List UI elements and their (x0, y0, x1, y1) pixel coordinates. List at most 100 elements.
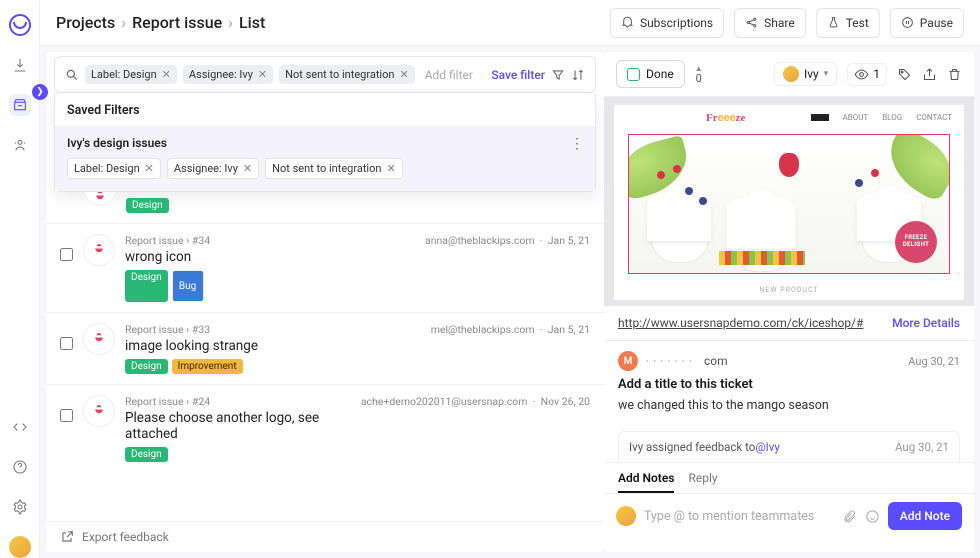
done-button[interactable]: Done (616, 60, 685, 88)
download-icon[interactable] (9, 54, 31, 76)
priority-stepper[interactable]: ▲0 (695, 65, 703, 84)
remove-chip-icon[interactable]: ✕ (162, 68, 171, 81)
issue-row[interactable]: Report issue › #33 image looking strange D… (46, 312, 604, 384)
add-filter-input[interactable]: Add filter (421, 68, 473, 82)
sort-icon[interactable] (571, 68, 585, 82)
code-icon[interactable] (9, 416, 31, 438)
button-label: Subscriptions (640, 16, 713, 30)
issue-title: Please choose another logo, see attached (125, 410, 351, 442)
reporter-row: M ·······com Aug 30, 21 (604, 341, 974, 375)
issue-checkbox[interactable] (60, 248, 73, 261)
remove-chip-icon[interactable]: ✕ (258, 68, 267, 81)
app-logo[interactable] (9, 14, 31, 36)
filter-chip[interactable]: Assignee: Ivy ✕ (183, 65, 273, 84)
subscriptions-button[interactable]: Subscriptions (610, 8, 724, 38)
issue-title: image looking strange (125, 338, 421, 354)
chip-label: Assignee: Ivy (189, 68, 253, 81)
settings-icon[interactable] (9, 496, 31, 518)
reporter-avatar: M (618, 351, 638, 371)
filter-chip[interactable]: Not sent to integration✕ (279, 65, 415, 84)
export-icon (60, 530, 74, 544)
brand-logo: Freeeze (706, 111, 745, 124)
filter-chip[interactable]: Label: Design ✕ (85, 65, 177, 84)
screenshot-caption: NEW PRODUCT (614, 280, 964, 300)
issue-row[interactable]: Report issue › #34wrong iconDesignBugann… (46, 223, 604, 312)
trash-icon[interactable] (947, 67, 962, 82)
mention[interactable]: @Ivy (755, 440, 779, 454)
button-label: Share (764, 16, 795, 30)
kebab-icon[interactable]: ⋮ (570, 136, 585, 152)
nav-item: BLOG (882, 113, 902, 122)
expand-rail-icon[interactable]: ❯ (32, 84, 48, 100)
export-feedback-button[interactable]: Export feedback (46, 521, 604, 552)
share-button[interactable]: Share (734, 8, 806, 38)
issue-meta: ache+demo202011@usersnap.com · Nov 26, 2… (361, 395, 590, 408)
attachment-icon[interactable] (842, 509, 857, 524)
nav-item: ABOUT (843, 113, 869, 122)
chip-label: Label: Design (91, 68, 157, 81)
note-input[interactable] (644, 509, 834, 524)
left-rail (0, 0, 40, 558)
breadcrumb-item[interactable]: List (239, 13, 265, 32)
remove-chip-icon[interactable]: ✕ (243, 162, 252, 175)
test-button[interactable]: Test (816, 8, 880, 38)
bot-icon[interactable] (9, 134, 31, 156)
remove-chip-icon[interactable]: ✕ (145, 162, 154, 175)
remove-chip-icon[interactable]: ✕ (386, 162, 395, 175)
saved-filters-heading: Saved Filters (55, 93, 595, 126)
more-details-button[interactable]: More Details (892, 316, 960, 330)
ticket-title[interactable]: Add a title to this ticket (604, 375, 974, 394)
nav-item: CONTACT (916, 113, 952, 122)
saved-filter-item[interactable]: Ivy's design issues Label: Design✕ Assig… (55, 126, 595, 191)
remove-chip-icon[interactable]: ✕ (399, 68, 408, 81)
chevron-right-icon: › (228, 13, 233, 32)
breadcrumb-item[interactable]: Report issue (132, 13, 222, 32)
assignee-selector[interactable]: Ivy ▾ (774, 62, 837, 86)
filter-chip: Assignee: Ivy✕ (167, 158, 259, 179)
issue-row[interactable]: Design (46, 198, 604, 223)
note-tabs: Add Notes Reply (604, 462, 974, 493)
issue-row[interactable]: Report issue › #24 Please choose another … (46, 384, 604, 472)
issue-detail-pane: Done ▲0 Ivy ▾ 1 Freeeze ABOUT BLOG CONTAC… (604, 52, 974, 552)
label-badge: Bug (172, 270, 204, 302)
source-url-link[interactable]: http://www.usersnapdemo.com/ck/iceshop/# (618, 316, 863, 330)
filter-chip: Label: Design✕ (67, 158, 161, 179)
assignee-name: Ivy (804, 67, 819, 81)
event-date: Aug 30, 21 (895, 440, 949, 454)
user-avatar[interactable] (9, 536, 31, 558)
label-badge: Improvement (172, 359, 243, 374)
search-icon[interactable] (65, 68, 79, 82)
save-filter-button[interactable]: Save filter (491, 68, 545, 82)
share-out-icon[interactable] (922, 67, 937, 82)
activity-event: Ivy assigned feedback to @Ivy Aug 30, 21 (618, 431, 960, 462)
tab-reply[interactable]: Reply (688, 471, 717, 493)
button-label: Export feedback (82, 530, 169, 544)
issue-checkbox[interactable] (60, 337, 73, 350)
label-badge: Design (125, 359, 168, 374)
views-count[interactable]: 1 (847, 63, 887, 86)
inbox-icon[interactable] (9, 94, 31, 116)
label-badge: Design (126, 198, 169, 213)
chevron-down-icon: ▾ (824, 69, 829, 79)
bug-icon (83, 323, 115, 355)
issue-list[interactable]: DesignReport issue › #34wrong iconDesign… (46, 192, 604, 521)
tab-add-notes[interactable]: Add Notes (618, 471, 674, 493)
button-label: Pause (920, 16, 953, 30)
promo-badge: FREEZEDELIGHT (895, 221, 937, 263)
topbar: Projects › Report issue › List Subscript… (40, 0, 980, 46)
pause-button[interactable]: Pause (890, 8, 964, 38)
chevron-right-icon: › (121, 13, 126, 32)
issue-checkbox[interactable] (60, 409, 73, 422)
reported-date: Aug 30, 21 (908, 355, 960, 368)
tag-icon[interactable] (897, 67, 912, 82)
breadcrumb-item[interactable]: Projects (56, 13, 115, 32)
add-note-button[interactable]: Add Note (888, 502, 962, 530)
filter-icon[interactable] (551, 68, 565, 82)
help-icon[interactable] (9, 456, 31, 478)
issue-path: Report issue › #24 (125, 395, 351, 408)
source-url-row: http://www.usersnapdemo.com/ck/iceshop/#… (604, 306, 974, 341)
issue-meta: mel@theblackips.com · Jan 5, 21 (431, 323, 590, 336)
label-badge: Design (125, 270, 168, 302)
issue-path: Report issue › #33 (125, 323, 421, 336)
emoji-icon[interactable] (865, 509, 880, 524)
